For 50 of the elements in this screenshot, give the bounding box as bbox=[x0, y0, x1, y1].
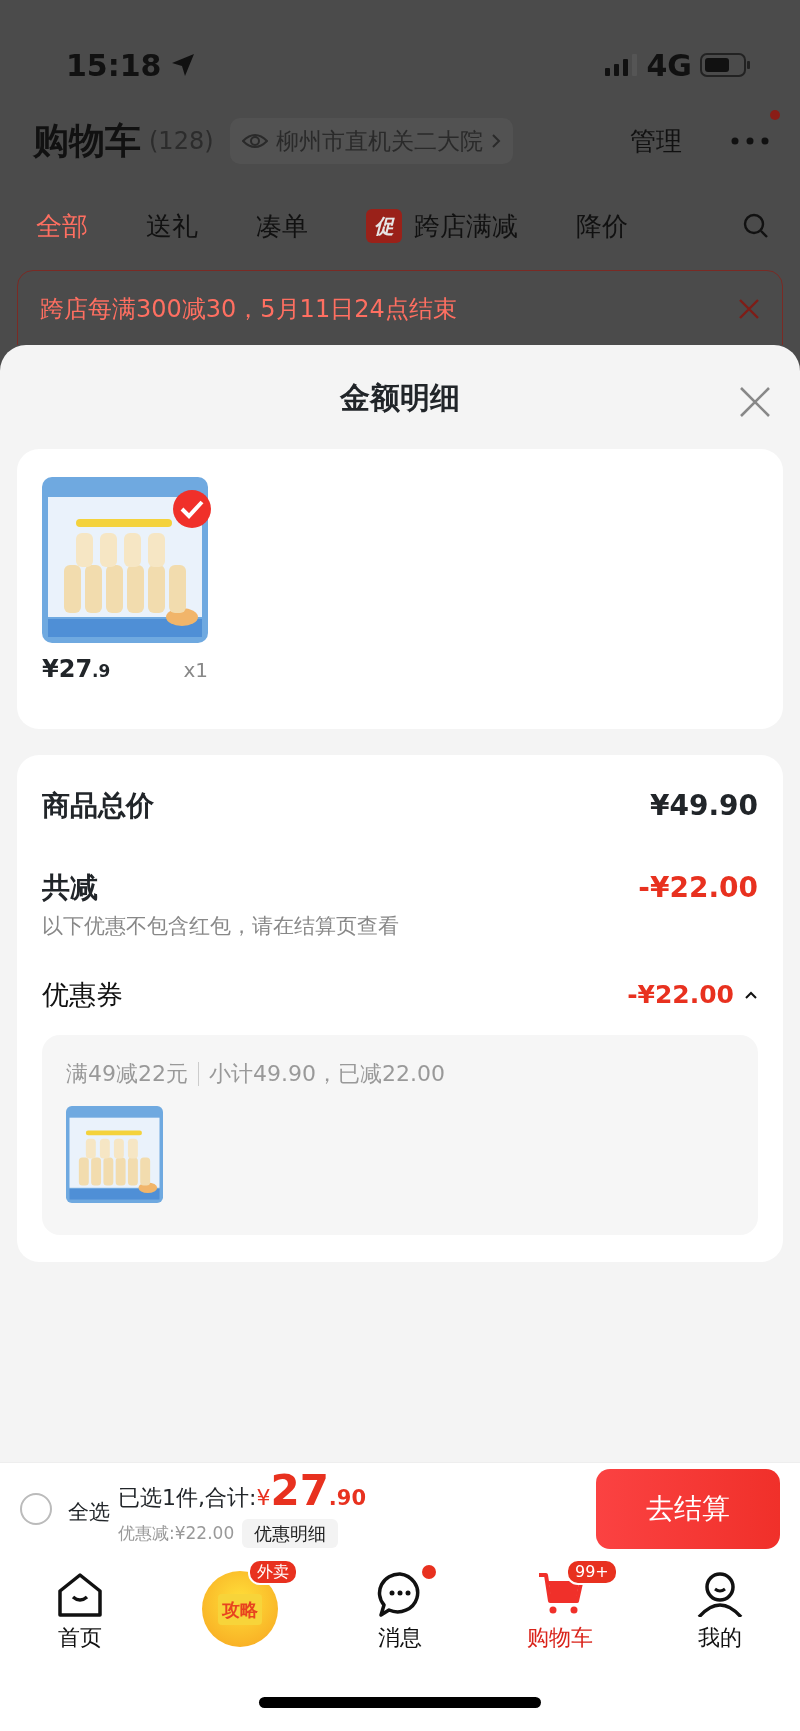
count-badge: 外卖 bbox=[248, 1559, 298, 1585]
close-icon[interactable] bbox=[738, 298, 760, 320]
nav-tab[interactable]: 消息 bbox=[320, 1563, 480, 1654]
discount-detail-button[interactable]: 优惠明细 bbox=[242, 1518, 339, 1548]
cart-total: ¥27.90 bbox=[256, 1470, 367, 1515]
status-time: 15:18 bbox=[66, 46, 162, 85]
filter-tab[interactable]: 送礼 bbox=[146, 206, 198, 246]
nav-tab[interactable]: 我的 bbox=[640, 1563, 800, 1654]
page-title: 购物车 bbox=[33, 119, 141, 163]
manage-button[interactable]: 管理 bbox=[630, 121, 682, 161]
more-icon[interactable] bbox=[730, 136, 770, 146]
chevron-up-icon[interactable] bbox=[744, 989, 758, 1000]
home-icon bbox=[57, 1571, 103, 1617]
coupon-rule: 满49减22元 bbox=[66, 1060, 188, 1088]
signal-icon bbox=[604, 54, 639, 76]
person-icon bbox=[697, 1571, 743, 1617]
nav-label: 购物车 bbox=[527, 1624, 593, 1652]
total-label: 商品总价 bbox=[42, 788, 154, 824]
battery-icon bbox=[700, 53, 750, 77]
discount-summary: 优惠减:¥22.00 bbox=[118, 1521, 235, 1545]
network-label: 4G bbox=[646, 46, 692, 85]
select-all-label: 全选 bbox=[68, 1499, 110, 1527]
search-icon[interactable] bbox=[742, 212, 770, 240]
check-icon[interactable] bbox=[172, 489, 212, 529]
total-value: ¥49.90 bbox=[649, 788, 758, 824]
filter-tab[interactable]: 促 跨店满减 bbox=[366, 206, 518, 246]
filter-tab[interactable]: 降价 bbox=[576, 206, 628, 246]
checkout-button[interactable]: 去结算 bbox=[596, 1469, 780, 1549]
coupon-label: 优惠券 bbox=[42, 977, 123, 1012]
eye-icon bbox=[241, 132, 268, 150]
count-badge: 99+ bbox=[566, 1559, 618, 1585]
filter-tab[interactable]: 全部 bbox=[36, 206, 88, 246]
filter-tab[interactable]: 凑单 bbox=[256, 206, 308, 246]
nav-label: 消息 bbox=[378, 1624, 422, 1652]
discount-label: 共减 bbox=[42, 870, 98, 906]
discount-note: 以下优惠不包含红包，请在结算页查看 bbox=[42, 913, 400, 940]
select-all-checkbox[interactable] bbox=[20, 1493, 52, 1525]
nav-label: 首页 bbox=[58, 1624, 102, 1652]
sheet-title: 金额明细 bbox=[340, 378, 460, 417]
discount-value: -¥22.00 bbox=[638, 870, 758, 906]
nav-label: 我的 bbox=[698, 1624, 742, 1652]
quantity-label: x1 bbox=[183, 657, 208, 684]
chevron-right-icon bbox=[490, 133, 501, 149]
coupon-subtotal: 小计49.90，已减22.00 bbox=[209, 1060, 445, 1088]
promo-banner-text: 跨店每满300减30，5月11日24点结束 bbox=[40, 294, 457, 325]
promo-badge: 促 bbox=[366, 209, 402, 243]
selected-summary: 已选1件,合计: bbox=[118, 1484, 257, 1513]
product-price: ¥27.9 bbox=[42, 654, 111, 685]
coupon-value: -¥22.00 bbox=[627, 979, 734, 1011]
nav-tab[interactable]: 首页 bbox=[0, 1563, 160, 1654]
